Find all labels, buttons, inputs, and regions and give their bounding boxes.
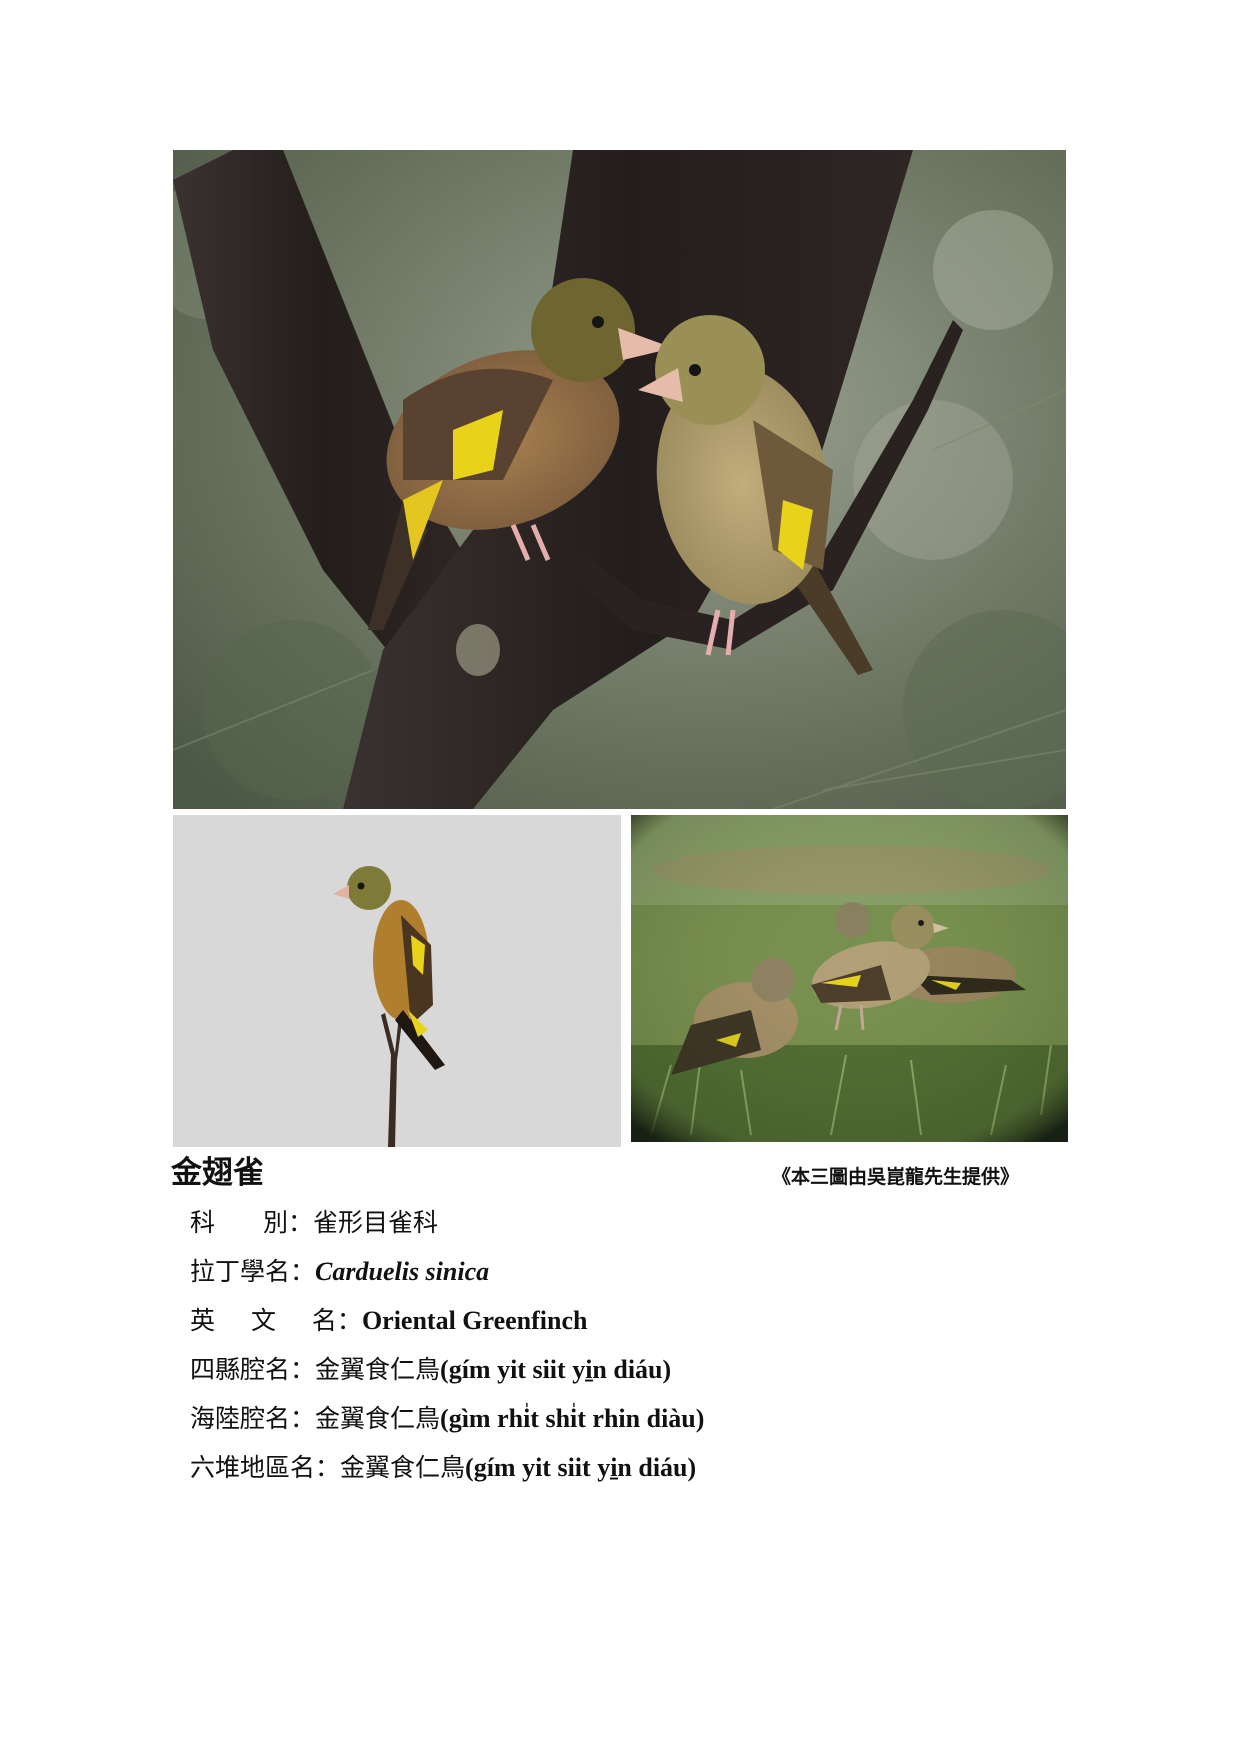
hailu-name-label: 海陸腔名 <box>190 1404 291 1433</box>
info-row-family: 科別 ： 雀形目雀科 <box>190 1203 1090 1252</box>
info-row-latin-name: 拉丁學名 ： Carduelis sinica <box>190 1252 1090 1301</box>
photo-birds-on-grass <box>631 815 1068 1142</box>
sixian-name-label: 四縣腔名 <box>190 1355 291 1384</box>
info-row-liudui-name: 六堆地區名 ： 金翼食仁鳥 (gím yit siit yi̱n diáu) <box>190 1448 1090 1497</box>
sixian-name-romanization: (gím yit siit yi̱n diáu) <box>440 1355 672 1384</box>
hailu-name-cjk: 金翼食仁鳥 <box>315 1404 441 1433</box>
family-colon: ： <box>288 1208 314 1237</box>
english-name-value: Oriental Greenfinch <box>361 1306 588 1335</box>
sixian-name-cjk: 金翼食仁鳥 <box>315 1355 441 1384</box>
latin-name-value: Carduelis sinica <box>315 1257 490 1286</box>
liudui-name-cjk: 金翼食仁鳥 <box>340 1453 466 1482</box>
english-name-colon: ： <box>336 1306 362 1335</box>
photo-credit: 《本三圖由吳崑龍先生提供》 <box>772 1166 1020 1188</box>
hailu-name-romanization: (gìm rhi̍t shi̍t rhin diàu) <box>440 1404 705 1433</box>
info-row-hailu-name: 海陸腔名 ： 金翼食仁鳥 (gìm rhi̍t shi̍t rhin diàu) <box>190 1399 1090 1448</box>
photo-two-birds-on-branch <box>173 150 1066 809</box>
liudui-name-label: 六堆地區名 <box>190 1453 316 1482</box>
family-value: 雀形目雀科 <box>313 1208 439 1237</box>
family-label: 科別 <box>190 1208 289 1237</box>
liudui-name-colon: ： <box>315 1453 341 1482</box>
species-title: 金翅雀 <box>171 1155 264 1191</box>
hailu-name-colon: ： <box>290 1404 316 1433</box>
latin-name-label: 拉丁學名 <box>190 1257 291 1286</box>
species-info: 科別 ： 雀形目雀科 拉丁學名 ： Carduelis sinica 英 文 名… <box>190 1203 1090 1497</box>
photo-bird-on-twig <box>173 815 621 1147</box>
info-row-sixian-name: 四縣腔名 ： 金翼食仁鳥 (gím yit siit yi̱n diáu) <box>190 1350 1090 1399</box>
latin-name-colon: ： <box>290 1257 316 1286</box>
sixian-name-colon: ： <box>290 1355 316 1384</box>
info-row-english-name: 英 文 名 ： Oriental Greenfinch <box>190 1301 1090 1350</box>
liudui-name-romanization: (gím yit siit yi̱n diáu) <box>465 1453 697 1482</box>
english-name-label: 英 文 名 <box>190 1306 337 1335</box>
